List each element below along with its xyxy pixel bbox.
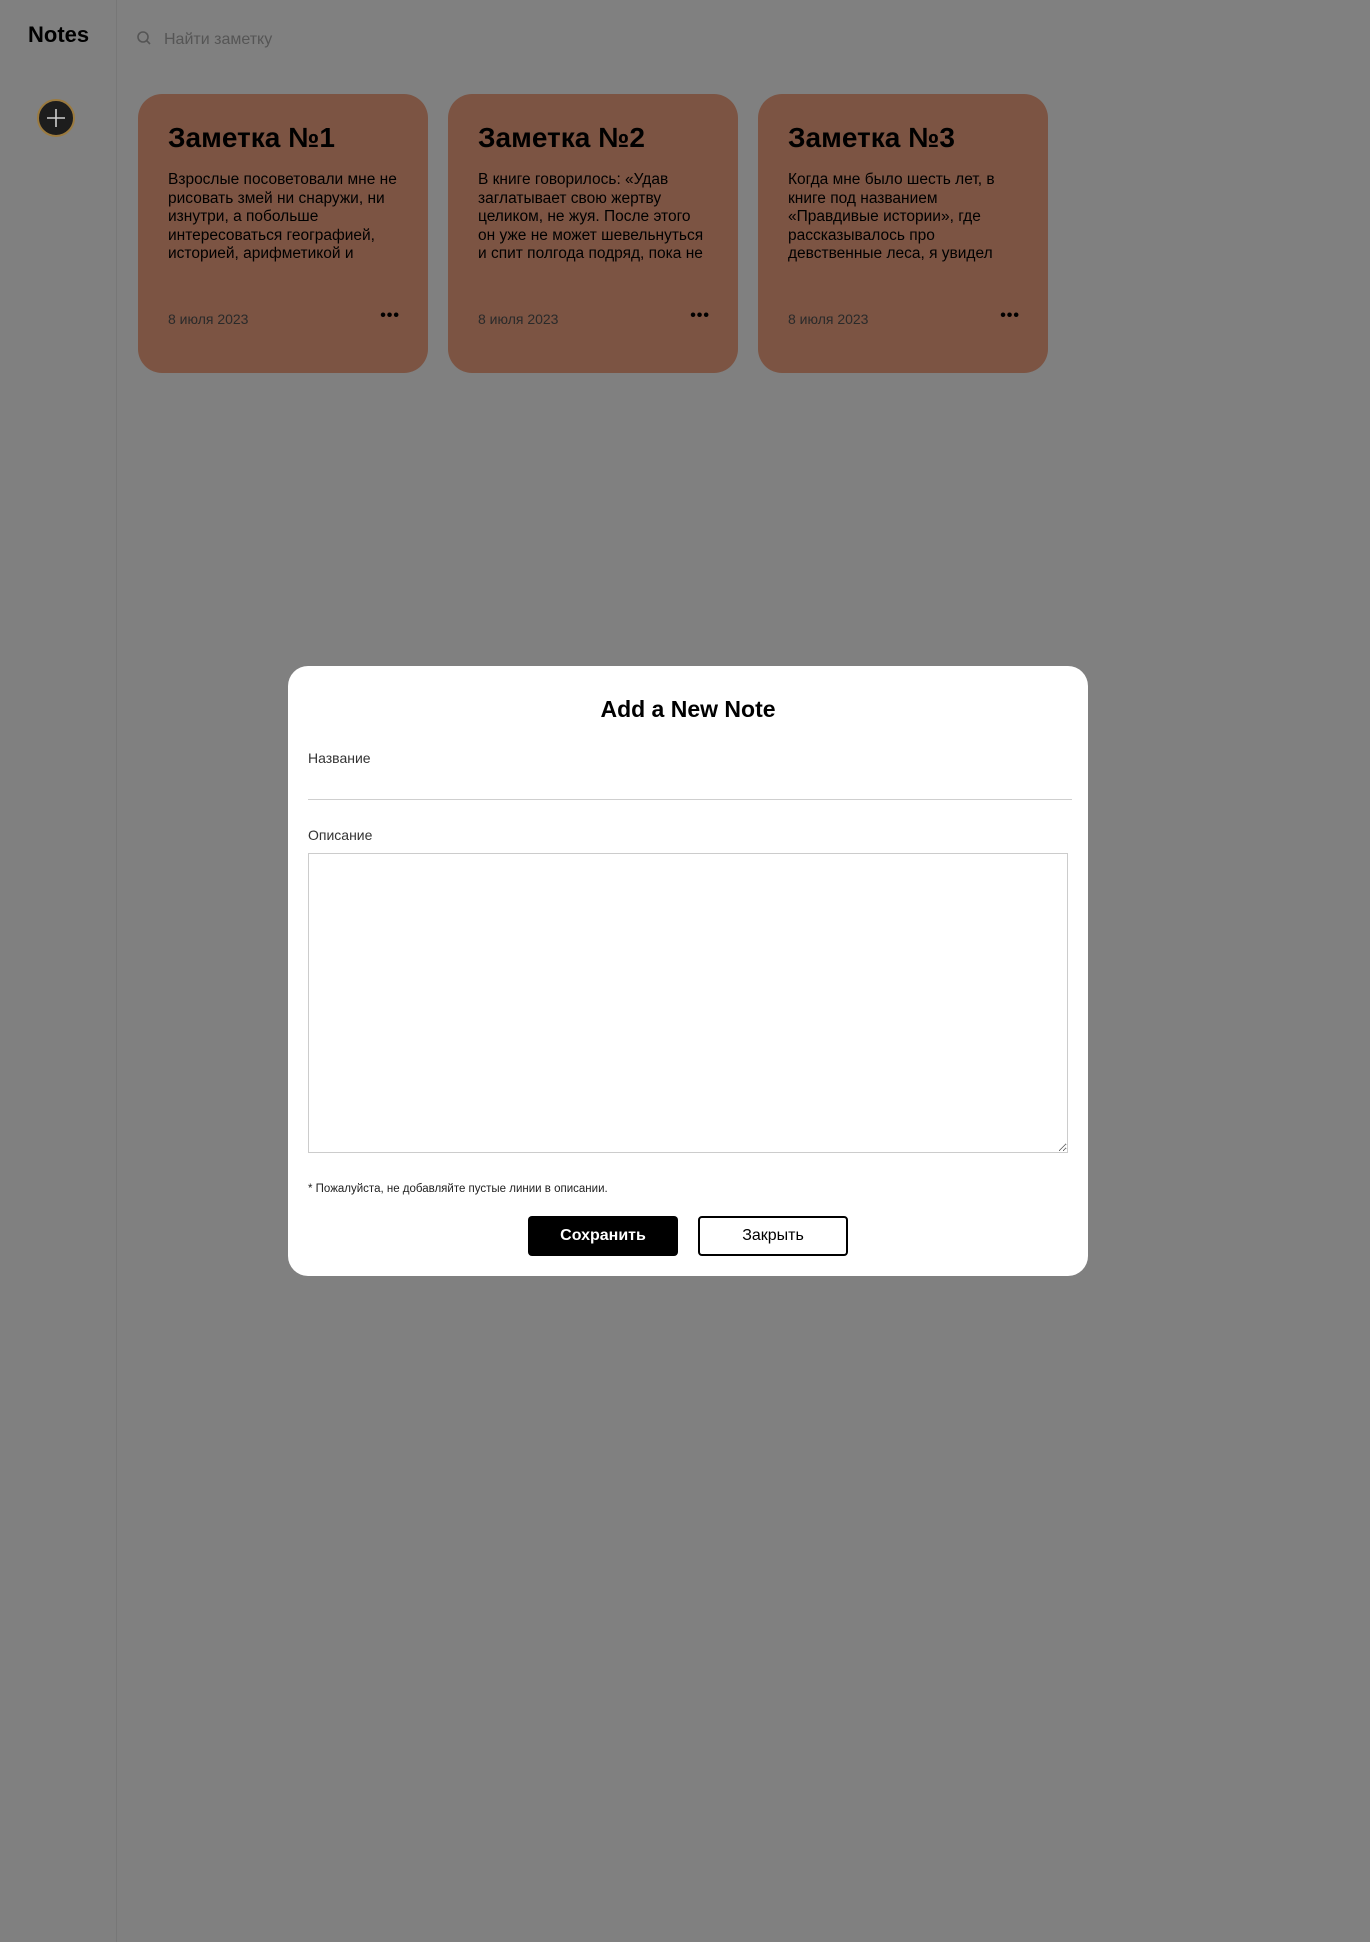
more-icon[interactable]: ••• [690, 307, 710, 325]
description-field[interactable] [308, 853, 1068, 1153]
note-title: Заметка №3 [788, 122, 955, 153]
note-text: Взрослые посоветовали мне не рисовать зм… [168, 171, 397, 262]
note-date: 8 июля 2023 [168, 311, 249, 327]
plus-icon [47, 109, 65, 127]
search-bar [136, 26, 536, 54]
name-field[interactable] [308, 769, 1072, 800]
note-card[interactable]: Заметка №3 Когда мне было шесть лет, в к… [758, 94, 1048, 373]
note-title: Заметка №2 [478, 122, 645, 153]
name-label: Название [308, 750, 371, 766]
note-date: 8 июля 2023 [788, 311, 869, 327]
add-note-modal: Add a New Note Название Описание * Пожал… [288, 666, 1088, 1276]
close-button[interactable]: Закрыть [698, 1216, 848, 1256]
description-label: Описание [308, 827, 373, 843]
note-text: Когда мне было шесть лет, в книге под на… [788, 171, 995, 262]
more-icon[interactable]: ••• [1000, 307, 1020, 325]
search-icon [137, 31, 151, 45]
more-icon[interactable]: ••• [380, 307, 400, 325]
note-title: Заметка №1 [168, 122, 335, 153]
app-title: Notes [28, 22, 90, 47]
add-note-button[interactable] [37, 99, 75, 137]
save-button[interactable]: Сохранить [528, 1216, 678, 1256]
sidebar: Notes [0, 0, 117, 1942]
note-card[interactable]: Заметка №2 В книге говорилось: «Удав заг… [448, 94, 738, 373]
note-date: 8 июля 2023 [478, 311, 559, 327]
modal-title: Add a New Note [600, 696, 776, 722]
note-card[interactable]: Заметка №1 Взрослые посоветовали мне не … [138, 94, 428, 373]
search-input[interactable] [162, 26, 526, 54]
description-hint: * Пожалуйста, не добавляйте пустые линии… [308, 1183, 608, 1195]
note-text: В книге говорилось: «Удав заглатывает св… [478, 171, 704, 262]
